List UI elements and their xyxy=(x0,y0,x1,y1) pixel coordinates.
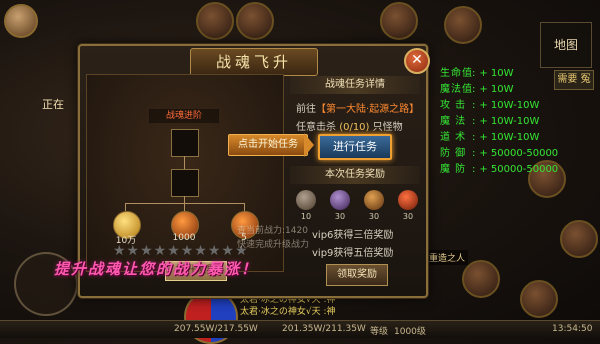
quest-task: 任意击杀 (0/10) 只怪物 xyxy=(296,118,403,133)
tree-line xyxy=(125,203,126,211)
skill-icon[interactable] xyxy=(444,6,482,44)
stat-label: 魔法值 xyxy=(440,84,473,95)
skill-icon[interactable] xyxy=(520,280,558,318)
quest-details-header: 战魂任务详情 xyxy=(290,76,420,94)
tree-slot-top[interactable] xyxy=(171,129,199,157)
stat-row: 魔法值: + 10W xyxy=(440,82,558,98)
reward-item-icon[interactable] xyxy=(398,190,418,210)
stat-value: + 10W xyxy=(479,68,514,79)
star-rating: ★★★★★★★★★★ xyxy=(113,243,249,259)
quest-location: 前往【第一大陆·起源之路】 xyxy=(296,100,419,115)
tree-line xyxy=(184,156,185,170)
stat-value: + 10W-10W xyxy=(479,132,540,143)
reward-quantity: 30 xyxy=(402,212,414,221)
tree-slot-middle[interactable] xyxy=(171,169,199,197)
stat-label: 防 御 xyxy=(440,148,467,159)
chat-line: 太君·冰之の神女√天 :神 xyxy=(240,307,336,317)
location-name: 【第一大陆·起源之路】 xyxy=(316,104,420,115)
reward-quantity: 10 xyxy=(300,212,312,221)
proceed-quest-button[interactable]: 进行任务 xyxy=(318,134,392,160)
arrow-right-icon xyxy=(304,133,314,157)
claim-reward-button[interactable]: 领取奖励 xyxy=(326,264,388,286)
stat-label: 道 术 xyxy=(440,132,467,143)
go-to-prefix: 前往 xyxy=(296,104,316,115)
dialog-title: 战魂飞升 xyxy=(190,48,318,76)
task-progress: (0/10) xyxy=(339,122,370,133)
vip9-bonus: vip9获得五倍奖励 xyxy=(312,248,394,259)
reward-quantity: 30 xyxy=(334,212,346,221)
task-suffix: 只怪物 xyxy=(372,122,403,133)
stage-label: 战魂进阶 xyxy=(149,109,219,123)
top-left-label: 正在 xyxy=(42,98,64,111)
promo-banner: 提升战魂让您的战力暴涨！ xyxy=(54,260,259,278)
tree-line xyxy=(125,203,245,204)
mail-button[interactable]: 需要 冤 xyxy=(554,70,594,90)
level-label: 等级 xyxy=(370,327,389,337)
boss-tag: 重造之人 xyxy=(426,250,469,265)
vip6-bonus: vip6获得三倍奖励 xyxy=(312,230,394,241)
skill-icon[interactable] xyxy=(196,2,234,40)
stat-row: 攻 击: + 10W-10W xyxy=(440,98,558,114)
bottom-hud: 207.55W/217.55W 201.35W/211.35W 等级 1000级… xyxy=(0,320,600,338)
map-button[interactable]: 地图 xyxy=(540,22,592,68)
stat-row: 魔 法: + 10W-10W xyxy=(440,114,558,130)
soul-tree-panel: 战魂进阶 10万 1000 5 ★★★★★★★★★★ 提升境界 查当前战力:14… xyxy=(86,74,309,281)
stat-label: 魔 法 xyxy=(440,116,467,127)
reward-item-icon[interactable] xyxy=(330,190,350,210)
skill-icon[interactable] xyxy=(462,260,500,298)
stat-row: 魔 防: + 50000-50000 xyxy=(440,162,558,178)
task-prefix: 任意击杀 xyxy=(296,122,336,133)
skill-icon[interactable] xyxy=(560,220,598,258)
item-quantity: 1000 xyxy=(172,233,196,243)
stat-value: + 10W-10W xyxy=(479,116,540,127)
reward-quantity: 30 xyxy=(368,212,380,221)
close-button[interactable]: ✕ xyxy=(404,48,430,74)
reward-item-icon[interactable] xyxy=(364,190,384,210)
stat-label: 攻 击 xyxy=(440,100,467,111)
stat-label: 魔 防 xyxy=(440,164,467,175)
stat-row: 生命值: + 10W xyxy=(440,66,558,82)
stat-value: + 10W xyxy=(479,84,514,95)
clock: 13:54:50 xyxy=(552,324,593,334)
stat-list: 生命值: + 10W 魔法值: + 10W 攻 击: + 10W-10W 魔 法: + … xyxy=(440,66,558,178)
tree-line xyxy=(244,203,245,211)
reward-item-icon[interactable] xyxy=(296,190,316,210)
quest-panel: 战魂任务详情 前往【第一大陆·起源之路】 任意击杀 (0/10) 只怪物 进行任… xyxy=(290,74,420,286)
stat-row: 防 御: + 50000-50000 xyxy=(440,146,558,162)
stat-value: + 10W-10W xyxy=(479,100,540,111)
stat-value: + 50000-50000 xyxy=(479,164,559,175)
player-avatar[interactable] xyxy=(4,4,38,38)
quest-reward-header: 本次任务奖励 xyxy=(290,166,420,184)
mp-readout: 201.35W/211.35W xyxy=(282,324,366,334)
skill-icon[interactable] xyxy=(380,2,418,40)
skill-icon[interactable] xyxy=(236,2,274,40)
level-value: 1000级 xyxy=(394,327,426,337)
stat-row: 道 术: + 10W-10W xyxy=(440,130,558,146)
stat-value: + 50000-50000 xyxy=(479,148,559,159)
stat-label: 生命值 xyxy=(440,68,473,79)
hp-readout: 207.55W/217.55W xyxy=(174,324,258,334)
tree-line xyxy=(184,203,185,211)
